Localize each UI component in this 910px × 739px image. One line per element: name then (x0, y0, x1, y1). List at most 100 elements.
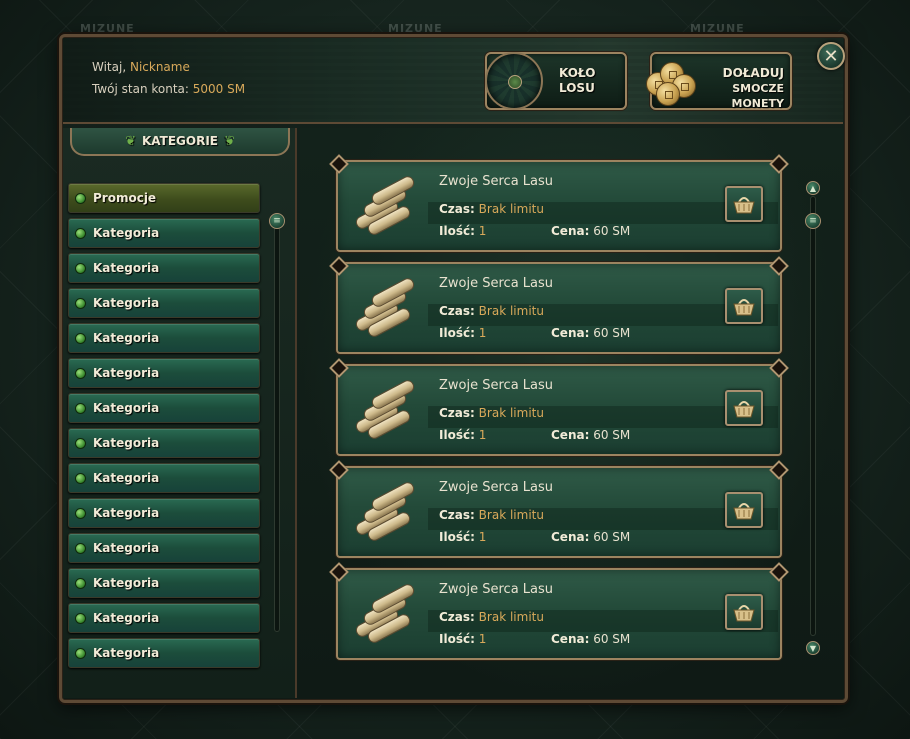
sidebar-item-category[interactable]: Kategoria (68, 463, 260, 493)
category-label: Kategoria (93, 436, 160, 450)
category-bullet-icon (75, 367, 86, 379)
category-bullet-icon (75, 612, 86, 624)
item-time: Czas: Brak limitu (439, 508, 544, 522)
category-list: Promocje Kategoria Kategoria Kategoria Kateg… (68, 183, 260, 673)
item-title: Zwoje Serca Lasu (439, 378, 554, 393)
scroll-bundle-icon (352, 377, 417, 442)
category-label: Kategoria (93, 576, 160, 590)
scroll-bundle-icon (352, 581, 417, 646)
category-label: Kategoria (93, 646, 160, 660)
shopping-basket-icon (733, 605, 755, 622)
category-bullet-icon (75, 507, 86, 519)
category-label: Kategoria (93, 366, 160, 380)
sidebar-item-category[interactable]: Kategoria (68, 638, 260, 668)
item-time: Czas: Brak limitu (439, 610, 544, 624)
buy-button[interactable] (725, 492, 763, 528)
sidebar-item-category[interactable]: Kategoria (68, 288, 260, 318)
category-label: Kategoria (93, 226, 160, 240)
leaf-icon: ❦ (125, 133, 136, 149)
buy-button[interactable] (725, 594, 763, 630)
coins-label-line1: DOŁADUJ (722, 66, 784, 80)
category-bullet-icon (75, 332, 86, 344)
item-quantity: Ilość: 1 (439, 326, 487, 340)
scroll-bundle-icon (352, 173, 417, 238)
category-label: Kategoria (93, 471, 160, 485)
scroll-down-arrow-icon[interactable]: ▼ (806, 641, 820, 655)
item-title: Zwoje Serca Lasu (439, 174, 554, 189)
categories-header: ❦ KATEGORIE ❦ (70, 128, 290, 156)
category-bullet-icon (75, 297, 86, 309)
shopping-basket-icon (733, 401, 755, 418)
category-bullet-icon (75, 577, 86, 589)
category-label: Kategoria (93, 541, 160, 555)
sidebar-item-category[interactable]: Kategoria (68, 218, 260, 248)
wheel-label-line2: LOSU (559, 81, 595, 95)
sidebar-item-category[interactable]: Kategoria (68, 358, 260, 388)
category-bullet-icon (75, 647, 86, 659)
items-scrollbar-track[interactable] (810, 196, 816, 636)
items-scrollbar-thumb[interactable]: ≡ (805, 213, 821, 229)
category-bullet-icon (75, 472, 86, 484)
account-balance: Twój stan konta: 5000 SM (92, 82, 246, 96)
sidebar-item-category[interactable]: Kategoria (68, 393, 260, 423)
item-title: Zwoje Serca Lasu (439, 276, 554, 291)
category-label: Kategoria (93, 331, 160, 345)
item-title: Zwoje Serca Lasu (439, 480, 554, 495)
sidebar-item-category[interactable]: Kategoria (68, 253, 260, 283)
item-quantity: Ilość: 1 (439, 428, 487, 442)
sidebar-item-category[interactable]: Kategoria (68, 603, 260, 633)
category-bullet-icon (75, 192, 86, 204)
scroll-bundle-icon (352, 275, 417, 340)
item-time: Czas: Brak limitu (439, 202, 544, 216)
wheel-label-line1: KOŁO (559, 66, 596, 80)
category-label: Kategoria (93, 611, 160, 625)
top-up-coins-button[interactable]: DOŁADUJ SMOCZE MONETY (646, 52, 792, 110)
sidebar-item-category[interactable]: Promocje (68, 183, 260, 213)
leaf-icon: ❦ (224, 133, 235, 149)
buy-button[interactable] (725, 390, 763, 426)
nickname: Nickname (129, 60, 190, 74)
wheel-of-fortune-button[interactable]: KOŁO LOSU (485, 52, 627, 110)
category-bullet-icon (75, 437, 86, 449)
greeting: Witaj, Nickname (92, 60, 190, 74)
sidebar-item-category[interactable]: Kategoria (68, 568, 260, 598)
category-bullet-icon (75, 227, 86, 239)
category-scrollbar-thumb[interactable]: ≡ (269, 213, 285, 229)
category-label: Kategoria (93, 401, 160, 415)
sidebar-item-category[interactable]: Kategoria (68, 533, 260, 563)
buy-button[interactable] (725, 288, 763, 324)
category-bullet-icon (75, 542, 86, 554)
category-bullet-icon (75, 262, 86, 274)
shopping-basket-icon (733, 197, 755, 214)
item-price: Cena: 60 SM (551, 326, 631, 340)
scroll-bundle-icon (352, 479, 417, 544)
category-label: Kategoria (93, 506, 160, 520)
item-price: Cena: 60 SM (551, 224, 631, 238)
sidebar-item-category[interactable]: Kategoria (68, 323, 260, 353)
coins-label-line2: SMOCZE MONETY (731, 82, 785, 110)
shop-item-card: Zwoje Serca Lasu Czas: Brak limitu Ilość… (336, 466, 782, 558)
item-price: Cena: 60 SM (551, 530, 631, 544)
item-quantity: Ilość: 1 (439, 632, 487, 646)
scroll-up-arrow-icon[interactable]: ▲ (806, 181, 820, 195)
item-time: Czas: Brak limitu (439, 406, 544, 420)
shopping-basket-icon (733, 503, 755, 520)
balance-value: 5000 SM (192, 82, 246, 96)
item-quantity: Ilość: 1 (439, 224, 487, 238)
shop-item-card: Zwoje Serca Lasu Czas: Brak limitu Ilość… (336, 364, 782, 456)
close-button[interactable]: ✕ (817, 42, 845, 70)
category-label: Kategoria (93, 296, 160, 310)
item-price: Cena: 60 SM (551, 632, 631, 646)
category-scrollbar-track[interactable] (274, 218, 280, 632)
fortune-wheel-icon (485, 52, 543, 110)
category-label: Kategoria (93, 261, 160, 275)
shop-item-card: Zwoje Serca Lasu Czas: Brak limitu Ilość… (336, 568, 782, 660)
shop-item-card: Zwoje Serca Lasu Czas: Brak limitu Ilość… (336, 160, 782, 252)
item-quantity: Ilość: 1 (439, 530, 487, 544)
buy-button[interactable] (725, 186, 763, 222)
sidebar-item-category[interactable]: Kategoria (68, 498, 260, 528)
category-label: Promocje (93, 191, 157, 205)
shop-item-card: Zwoje Serca Lasu Czas: Brak limitu Ilość… (336, 262, 782, 354)
sidebar-item-category[interactable]: Kategoria (68, 428, 260, 458)
close-icon: ✕ (823, 45, 839, 67)
